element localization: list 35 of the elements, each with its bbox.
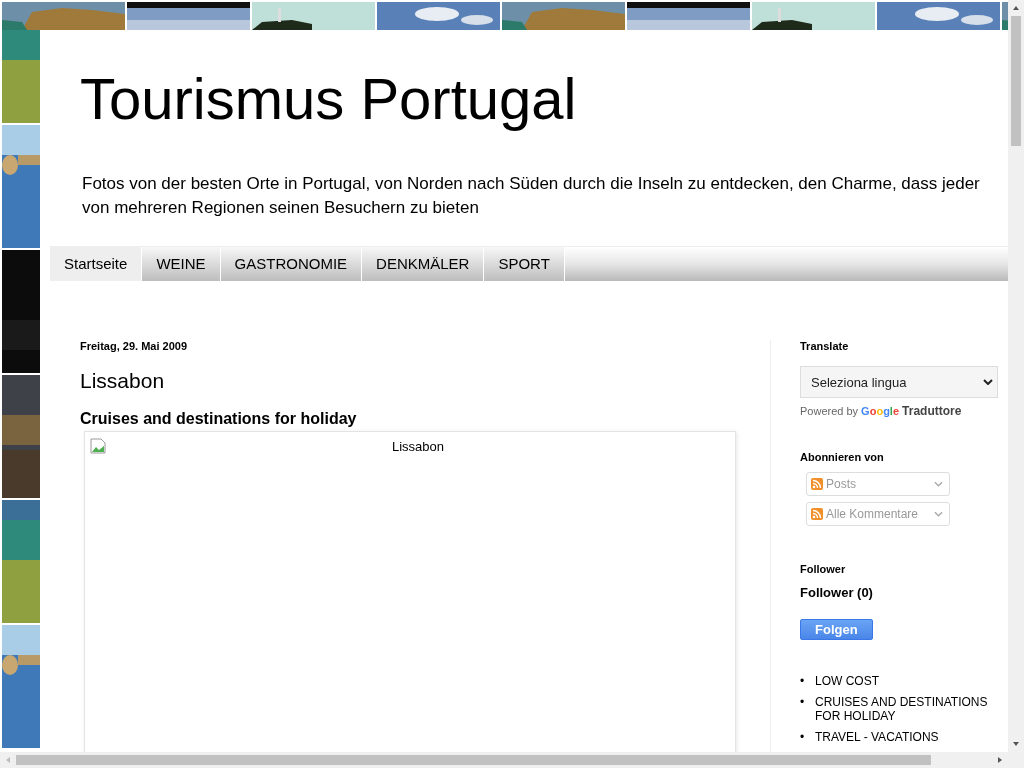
chevron-down-icon [934, 481, 943, 487]
list-bullet: • [800, 730, 806, 744]
post-date: Freitag, 29. Mai 2009 [80, 340, 188, 352]
post-subtitle: Cruises and destinations for holiday [80, 410, 358, 428]
translator-link[interactable]: Traduttore [902, 404, 962, 418]
google-logo: Google [861, 405, 900, 417]
nav-tab[interactable]: GASTRONOMIE [220, 247, 363, 281]
nav-tab[interactable]: Startseite [50, 247, 143, 281]
blog-description: Fotos von der besten Orte in Portugal, von Norden nach Süden durch die Inseln zu entdecken, den Charme, dass jeder von mehreren Regionen seinen Besuchern zu bieten [82, 173, 981, 219]
list-bullet: • [800, 674, 806, 688]
sidebar-link[interactable]: CRUISES AND DESTINATIONS FOR HOLIDAY [815, 695, 998, 723]
widget-heading: Follower [800, 563, 847, 575]
rss-icon [811, 478, 823, 490]
nav-tab[interactable]: SPORT [484, 247, 565, 281]
powered-by-text: Powered by [800, 405, 859, 417]
language-select[interactable]: Seleziona lingua [800, 366, 998, 398]
sidebar-link[interactable]: LOW COST [815, 674, 998, 688]
chevron-down-icon [983, 379, 993, 385]
scrollbar-thumb[interactable] [16, 755, 931, 765]
rss-icon [811, 508, 823, 520]
nav-tab[interactable]: DENKMÄLER [362, 247, 485, 281]
vertical-scrollbar[interactable] [1008, 0, 1024, 752]
blog-title: Tourismus Portugal [80, 68, 578, 130]
post-title: Lissabon [80, 369, 166, 393]
follower-count: Follower (0) [800, 585, 874, 600]
broken-image-icon [90, 438, 106, 454]
image-alt-text: Lissabon [392, 438, 445, 454]
widget-heading: Abonnieren von [800, 451, 885, 463]
widget-heading: Translate [800, 340, 850, 352]
horizontal-scrollbar[interactable] [0, 752, 1024, 768]
nav-tab[interactable]: WEINE [142, 247, 221, 281]
scrollbar-thumb[interactable] [1011, 16, 1021, 146]
sidebar-link[interactable]: TRAVEL - VACATIONS [815, 730, 998, 744]
list-bullet: • [800, 695, 806, 711]
chevron-down-icon [934, 511, 943, 517]
